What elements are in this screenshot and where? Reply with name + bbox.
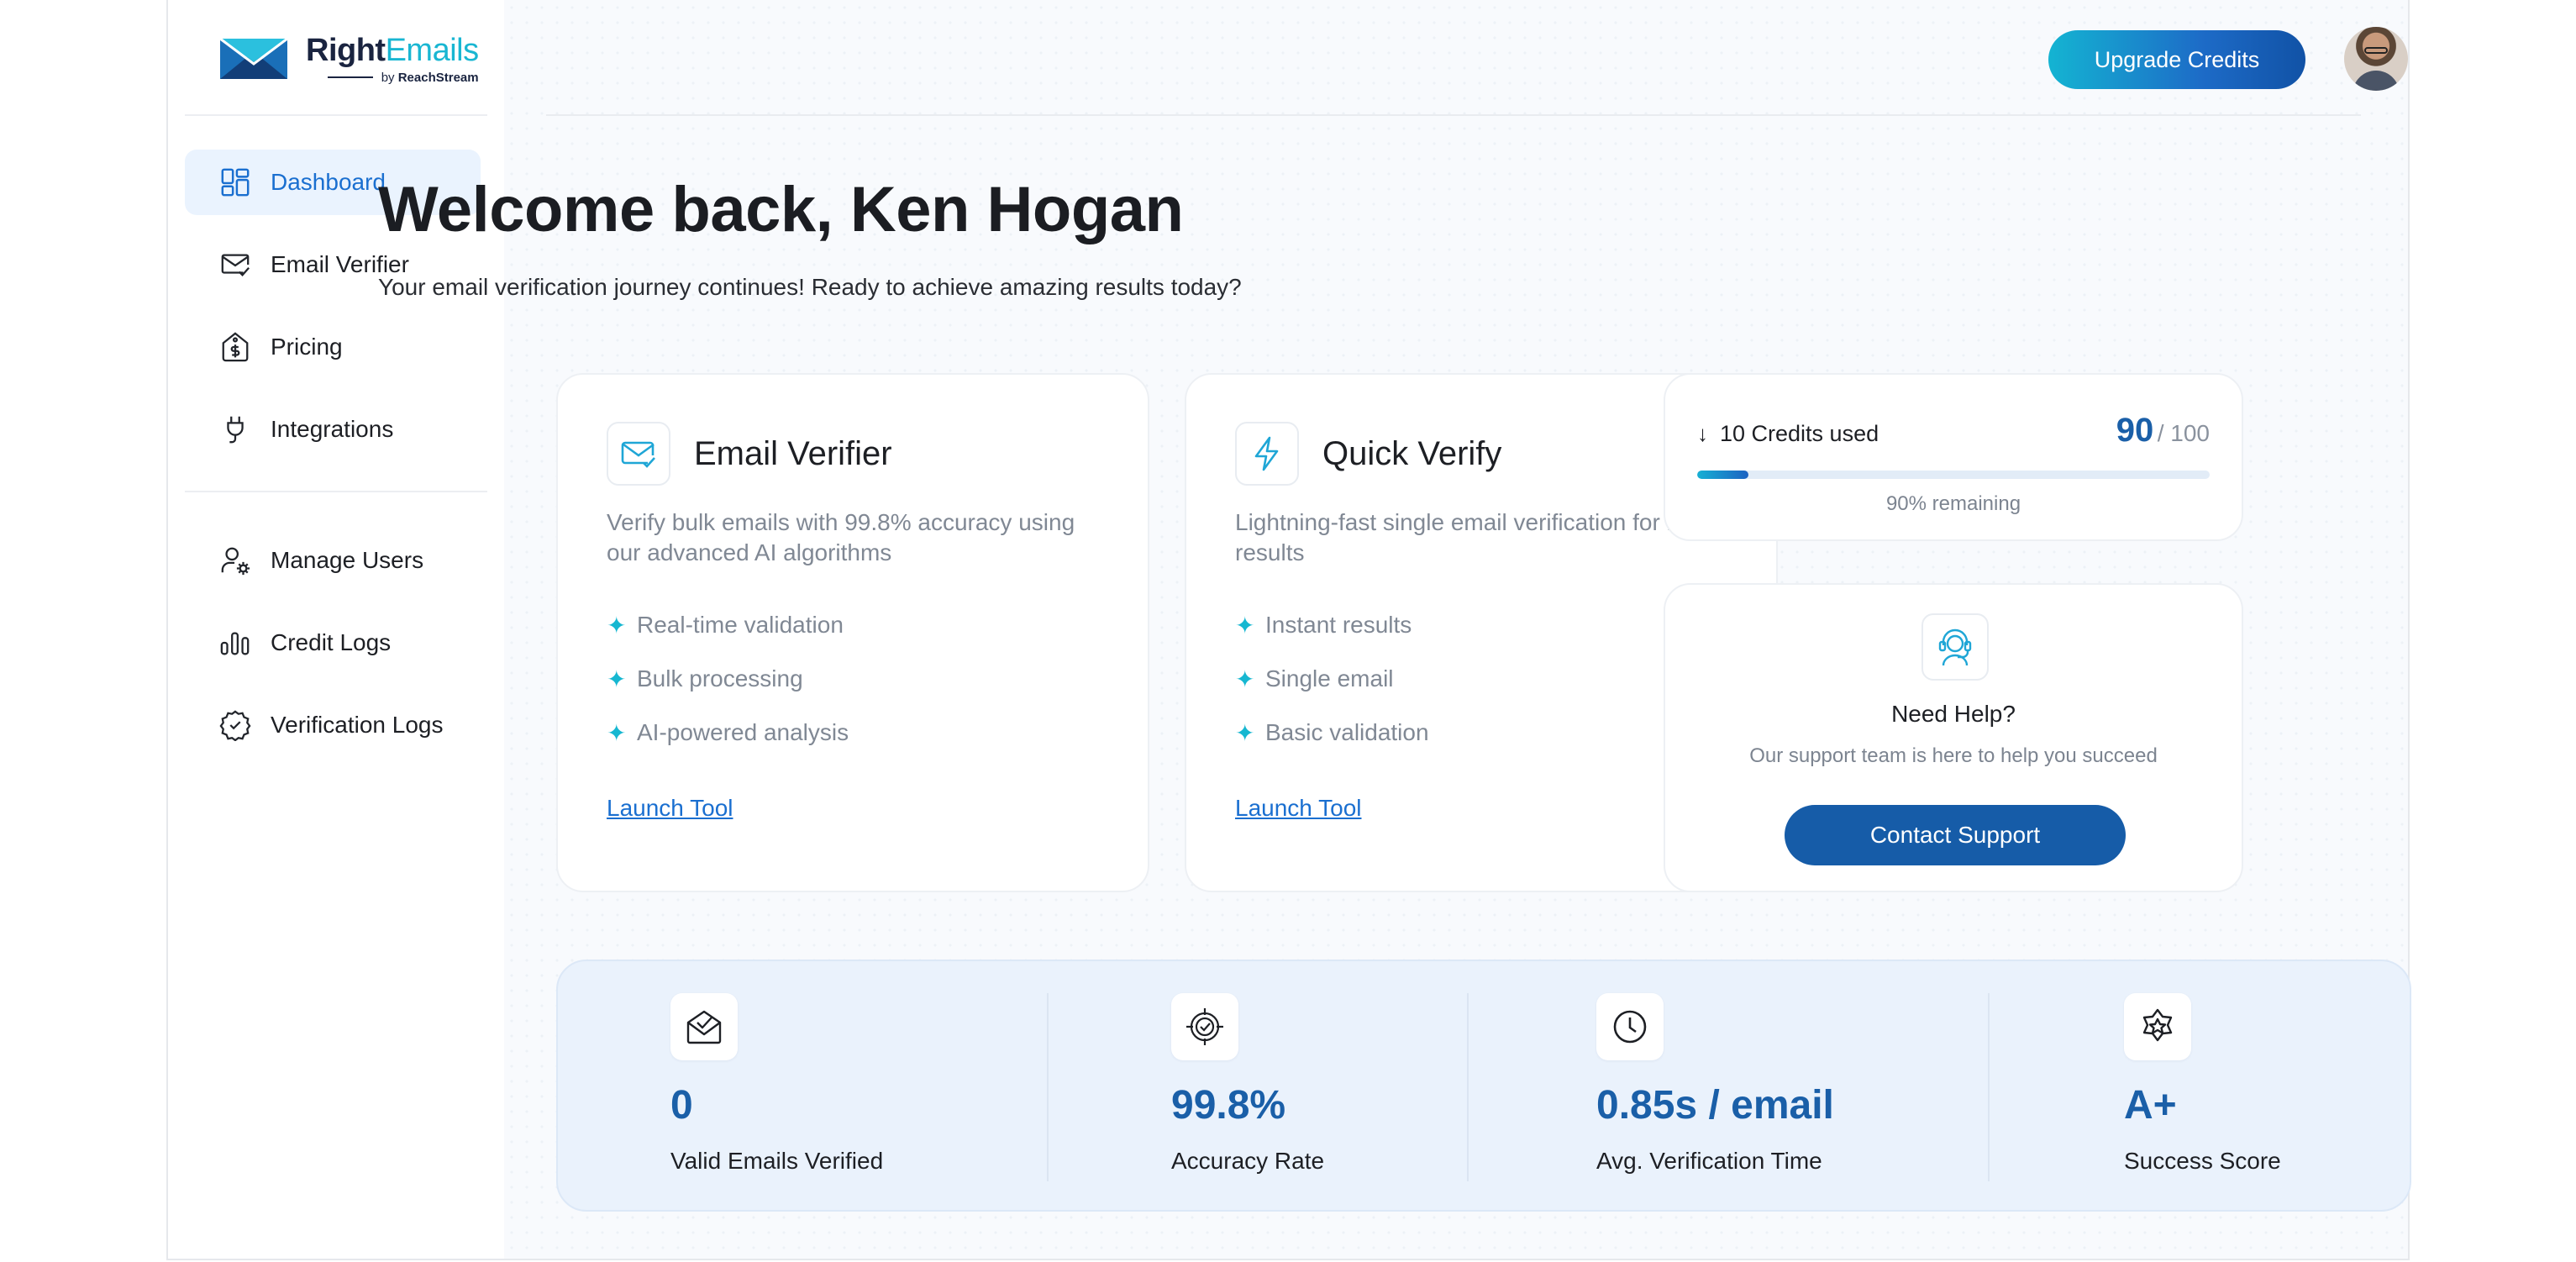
sidebar-divider — [185, 491, 487, 492]
sidebar-item-integrations[interactable]: Integrations — [185, 397, 481, 462]
sidebar-item-credit-logs[interactable]: Credit Logs — [185, 610, 481, 676]
upgrade-credits-button[interactable]: Upgrade Credits — [2048, 30, 2305, 89]
brand-logo[interactable]: RightEmails by ReachStream — [218, 25, 479, 92]
email-verifier-card: Email Verifier Verify bulk emails with 9… — [556, 373, 1149, 892]
feature-item: ✦ AI-powered analysis — [607, 719, 849, 746]
tool-title: Email Verifier — [694, 434, 892, 472]
help-title: Need Help? — [1891, 701, 2016, 727]
feature-list: ✦ Instant results ✦ Single email ✦ Basic va… — [1235, 598, 1727, 760]
feature-list: ✦ Real-time validation ✦ Bulk processing ✦… — [607, 598, 1099, 760]
feature-item: ✦ Instant results — [1235, 612, 1412, 639]
mail-open-check-icon — [670, 993, 738, 1060]
credits-card: ↓ 10 Credits used 90 / 100 90% remaining — [1664, 373, 2243, 541]
feature-item: ✦ Single email — [1235, 665, 1394, 692]
sidebar-item-label: Dashboard — [271, 169, 386, 195]
sparkle-icon: ✦ — [607, 612, 627, 639]
credits-remaining: 90% remaining — [1885, 492, 2021, 515]
sparkle-icon: ✦ — [607, 665, 627, 692]
lightning-icon — [1235, 422, 1299, 486]
feature-item: ✦ Bulk processing — [607, 665, 803, 692]
stat-label: Avg. Verification Time — [1596, 1148, 1822, 1174]
stat-value: A+ — [2124, 1083, 2177, 1128]
stat-divider — [1988, 993, 1990, 1181]
price-tag-icon — [218, 330, 252, 364]
user-gear-icon — [218, 544, 252, 577]
sparkle-icon: ✦ — [1235, 665, 1255, 692]
header-divider — [546, 114, 2361, 116]
user-avatar[interactable] — [2344, 27, 2408, 91]
tool-title: Quick Verify — [1322, 434, 1502, 472]
sidebar-item-label: Pricing — [271, 334, 343, 360]
sidebar-item-label: Integrations — [271, 416, 394, 442]
envelope-logo-icon — [219, 37, 288, 79]
page-subtitle: Your email verification journey continue… — [378, 274, 1242, 300]
sparkle-icon: ✦ — [1235, 719, 1255, 746]
sparkle-icon: ✦ — [607, 719, 627, 746]
feature-item: ✦ Basic validation — [1235, 719, 1429, 746]
stat-value: 0 — [670, 1083, 693, 1128]
sidebar-item-label: Manage Users — [271, 547, 424, 573]
sidebar-item-manage-users[interactable]: Manage Users — [185, 528, 481, 593]
bar-chart-icon — [218, 626, 252, 660]
contact-support-button[interactable]: Contact Support — [1785, 805, 2126, 865]
stat-divider — [1467, 993, 1469, 1181]
star-badge-icon — [2124, 993, 2191, 1060]
launch-tool-link[interactable]: Launch Tool — [1235, 795, 1362, 822]
sidebar-divider — [185, 114, 487, 116]
stat-divider — [1047, 993, 1049, 1181]
credits-progress-bar — [1697, 471, 2210, 479]
credits-count: 90 / 100 — [2116, 412, 2210, 449]
arrow-down-icon: ↓ — [1697, 421, 1708, 446]
clock-icon — [1596, 993, 1664, 1060]
stat-value: 0.85s / email — [1596, 1083, 1834, 1128]
sidebar-item-label: Credit Logs — [271, 629, 392, 655]
sidebar-item-label: Verification Logs — [271, 712, 444, 738]
stat-label: Valid Emails Verified — [670, 1148, 884, 1174]
stat-label: Accuracy Rate — [1171, 1148, 1325, 1174]
dashboard-icon — [218, 166, 252, 199]
help-card: Need Help? Our support team is here to h… — [1664, 583, 2243, 892]
feature-item: ✦ Real-time validation — [607, 612, 844, 639]
credits-progress-fill — [1697, 471, 1748, 479]
target-check-icon — [1171, 993, 1238, 1060]
headset-icon — [1921, 613, 1989, 681]
credits-used: ↓ 10 Credits used — [1697, 421, 1879, 446]
badge-check-icon — [218, 708, 252, 742]
brand-byline: by ReachStream — [306, 71, 479, 85]
mail-check-icon — [218, 248, 252, 281]
tool-description: Verify bulk emails with 99.8% accuracy u… — [607, 509, 1075, 565]
sidebar-item-verification-logs[interactable]: Verification Logs — [185, 692, 481, 758]
mail-check-icon — [607, 422, 670, 486]
stat-label: Success Score — [2124, 1148, 2281, 1174]
plug-icon — [218, 413, 252, 446]
stat-value: 99.8% — [1171, 1083, 1286, 1128]
page-title: Welcome back, Ken Hogan — [378, 174, 1184, 245]
sparkle-icon: ✦ — [1235, 612, 1255, 639]
sidebar-item-pricing[interactable]: Pricing — [185, 314, 481, 380]
help-subtitle: Our support team is here to help you suc… — [1749, 744, 2158, 767]
stats-panel: 0 Valid Emails Verified 99.8% Accuracy R… — [556, 960, 2411, 1212]
brand-name: RightEmails — [306, 32, 479, 68]
launch-tool-link[interactable]: Launch Tool — [607, 795, 733, 822]
